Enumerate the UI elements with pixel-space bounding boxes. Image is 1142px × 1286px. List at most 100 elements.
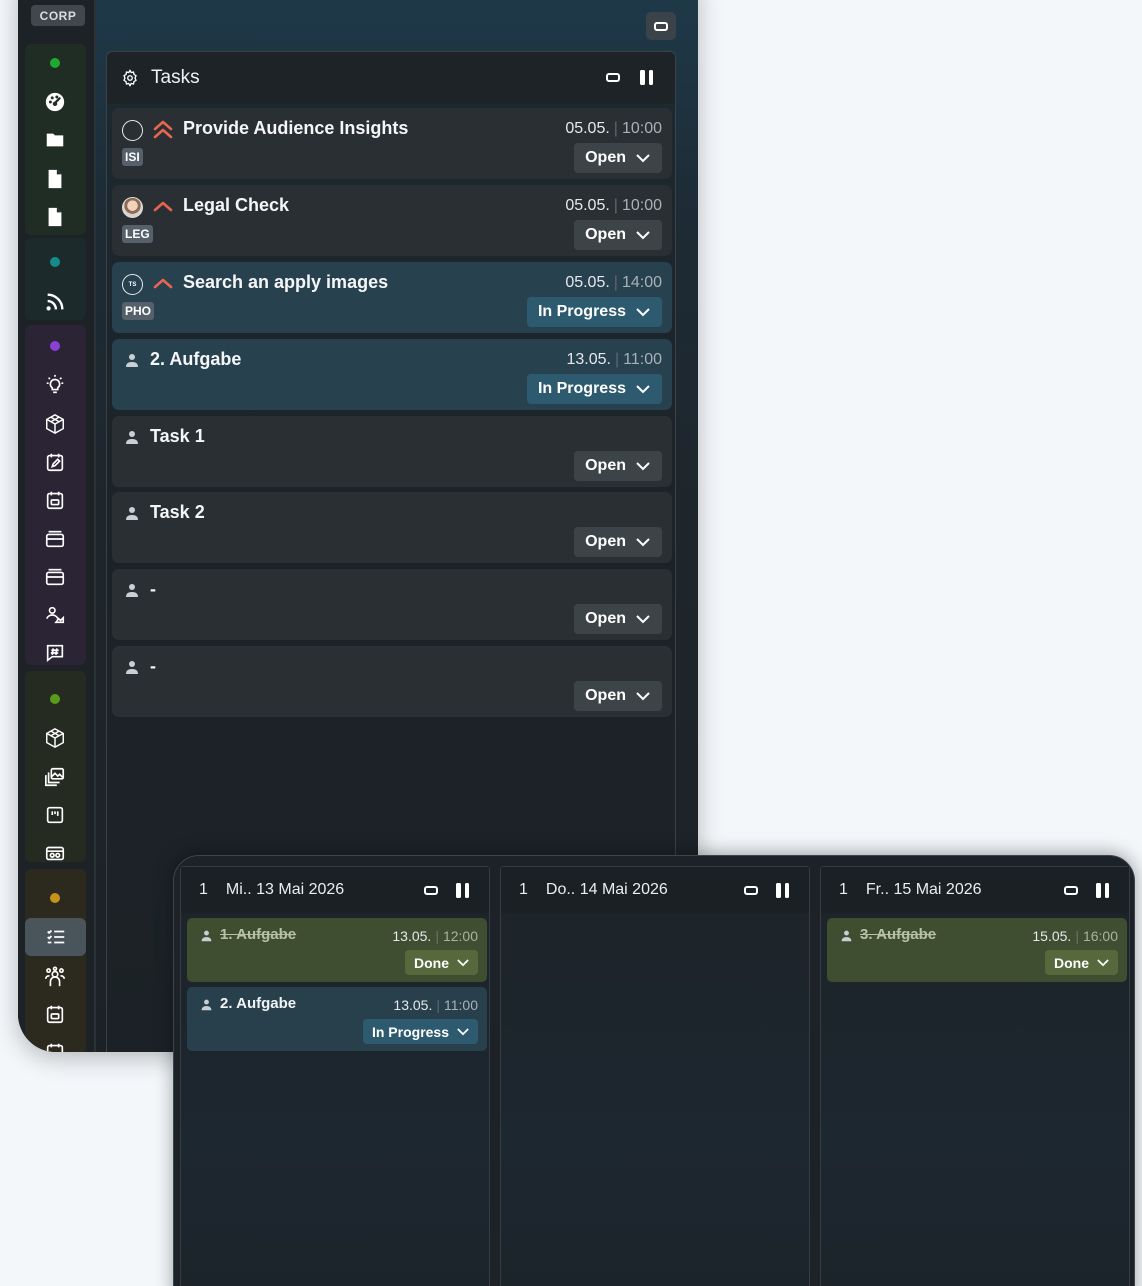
person-icon [126, 584, 138, 597]
assignee-avatar[interactable]: TS [122, 274, 143, 295]
calendar-window: 1 Mi.. 13 Mai 2026 1. Aufgabe 13.05. | 12:… [173, 855, 1135, 1286]
dashboard-icon[interactable] [43, 90, 67, 114]
task-card[interactable]: TS Search an apply images 05.05. | 14:00 P… [112, 262, 672, 333]
folder-icon[interactable] [43, 128, 67, 152]
pause-button[interactable] [640, 70, 653, 85]
task-card[interactable]: - Open [112, 646, 672, 717]
document-icon[interactable] [43, 205, 67, 229]
minimize-icon [654, 21, 668, 31]
hashtag-chat-icon[interactable] [43, 641, 67, 665]
task-title: Provide Audience Insights [183, 118, 409, 138]
chevron-down-icon [636, 691, 650, 700]
chevron-down-icon [636, 307, 650, 316]
person-icon [201, 999, 212, 1011]
person-icon [126, 431, 138, 444]
workspace-badge[interactable]: CORP [31, 5, 85, 26]
status-dropdown[interactable]: In Progress [526, 297, 662, 327]
task-checkbox[interactable] [122, 120, 143, 141]
calendar-icon[interactable] [43, 1002, 67, 1026]
day-column: 1 Mi.. 13 Mai 2026 1. Aufgabe 13.05. | 12:… [180, 866, 490, 1286]
chevron-down-icon [457, 958, 469, 966]
day-column: 1 Do.. 14 Mai 2026 [500, 866, 810, 1286]
status-dropdown[interactable]: In Progress [362, 1019, 478, 1044]
cube-icon[interactable] [43, 412, 67, 436]
minimize-window-button[interactable] [646, 12, 676, 40]
minimize-icon [744, 886, 758, 895]
task-title: - [150, 579, 156, 599]
cards-icon[interactable] [43, 527, 67, 551]
task-title: Task 1 [150, 426, 205, 446]
task-title: Task 2 [150, 502, 205, 522]
calendar-task-card[interactable]: 1. Aufgabe 13.05. | 12:00 Done [187, 918, 487, 982]
status-dropdown[interactable]: Open [574, 527, 662, 557]
task-card[interactable]: Provide Audience Insights 05.05. | 10:00 I… [112, 108, 672, 179]
chevron-down-icon [636, 230, 650, 239]
task-card[interactable]: 2. Aufgabe 13.05. | 11:00 In Progress [112, 339, 672, 410]
task-title: 2. Aufgabe [220, 995, 297, 1012]
person-icon [841, 930, 852, 942]
status-dot [50, 341, 60, 351]
status-dropdown[interactable]: Open [574, 143, 662, 173]
feed-icon[interactable] [43, 290, 67, 314]
person-icon [126, 661, 138, 674]
task-count: 1 [839, 881, 848, 898]
day-column-header: 1 Mi.. 13 Mai 2026 [181, 867, 489, 913]
chevron-down-icon [636, 384, 650, 393]
minimize-column-button[interactable] [424, 886, 438, 895]
tasks-icon[interactable] [25, 918, 86, 956]
gear-icon[interactable] [121, 69, 139, 87]
status-dropdown[interactable]: Done [1045, 950, 1118, 975]
task-title: 1. Aufgabe [220, 926, 297, 943]
task-title: 3. Aufgabe [860, 926, 937, 943]
panel-title: Tasks [151, 67, 200, 88]
calendar-icon[interactable] [43, 1040, 67, 1052]
task-due: 13.05. | 11:00 [393, 997, 478, 1013]
task-card[interactable]: Legal Check 05.05. | 10:00 LEG Open [112, 185, 672, 256]
task-title: Legal Check [183, 195, 290, 215]
cards-icon[interactable] [43, 565, 67, 589]
task-due: 13.05. | 11:00 [566, 351, 663, 368]
document-icon[interactable] [43, 167, 67, 191]
lightbulb-icon[interactable] [43, 373, 67, 397]
status-dropdown[interactable]: Open [574, 220, 662, 250]
gallery-icon[interactable] [43, 765, 67, 789]
task-card[interactable]: - Open [112, 569, 672, 640]
assignee-avatar[interactable] [122, 197, 143, 218]
pause-button[interactable] [776, 883, 789, 898]
pause-button[interactable] [1096, 883, 1109, 898]
status-dropdown[interactable]: Open [574, 681, 662, 711]
task-title: - [150, 656, 156, 676]
calendar-icon[interactable] [43, 488, 67, 512]
minimize-column-button[interactable] [744, 886, 758, 895]
day-column: 1 Fr.. 15 Mai 2026 3. Aufgabe 15.05. | 16:… [820, 866, 1130, 1286]
minimize-panel-button[interactable] [606, 73, 620, 82]
status-dot [50, 257, 60, 267]
chevron-down-icon [636, 153, 650, 162]
user-image-icon[interactable] [43, 603, 67, 627]
task-card[interactable]: Task 1 Open [112, 416, 672, 487]
calendar-task-card[interactable]: 3. Aufgabe 15.05. | 16:00 Done [827, 918, 1127, 982]
edit-calendar-icon[interactable] [43, 450, 67, 474]
day-title: Fr.. 15 Mai 2026 [865, 881, 982, 898]
ticket-icon[interactable] [43, 841, 67, 865]
status-dropdown[interactable]: Open [574, 604, 662, 634]
project-tag: LEG [122, 225, 153, 243]
pause-button[interactable] [456, 883, 469, 898]
status-dropdown[interactable]: Open [574, 451, 662, 481]
team-icon[interactable] [43, 965, 67, 989]
person-icon [201, 930, 212, 942]
task-due: 05.05. | 10:00 [565, 197, 662, 214]
day-title: Do.. 14 Mai 2026 [545, 881, 668, 898]
project-tag: PHO [122, 302, 155, 320]
status-dropdown[interactable]: Done [405, 950, 478, 975]
minimize-column-button[interactable] [1064, 886, 1078, 895]
calendar-task-card[interactable]: 2. Aufgabe 13.05. | 11:00 In Progress [187, 987, 487, 1051]
cube-icon[interactable] [43, 726, 67, 750]
board-icon[interactable] [43, 803, 67, 827]
day-title: Mi.. 13 Mai 2026 [225, 881, 345, 898]
chevron-down-icon [636, 461, 650, 470]
sidebar-rail: CORP [18, 0, 96, 1052]
status-dropdown[interactable]: In Progress [526, 374, 662, 404]
minimize-icon [424, 886, 438, 895]
task-card[interactable]: Task 2 Open [112, 492, 672, 563]
